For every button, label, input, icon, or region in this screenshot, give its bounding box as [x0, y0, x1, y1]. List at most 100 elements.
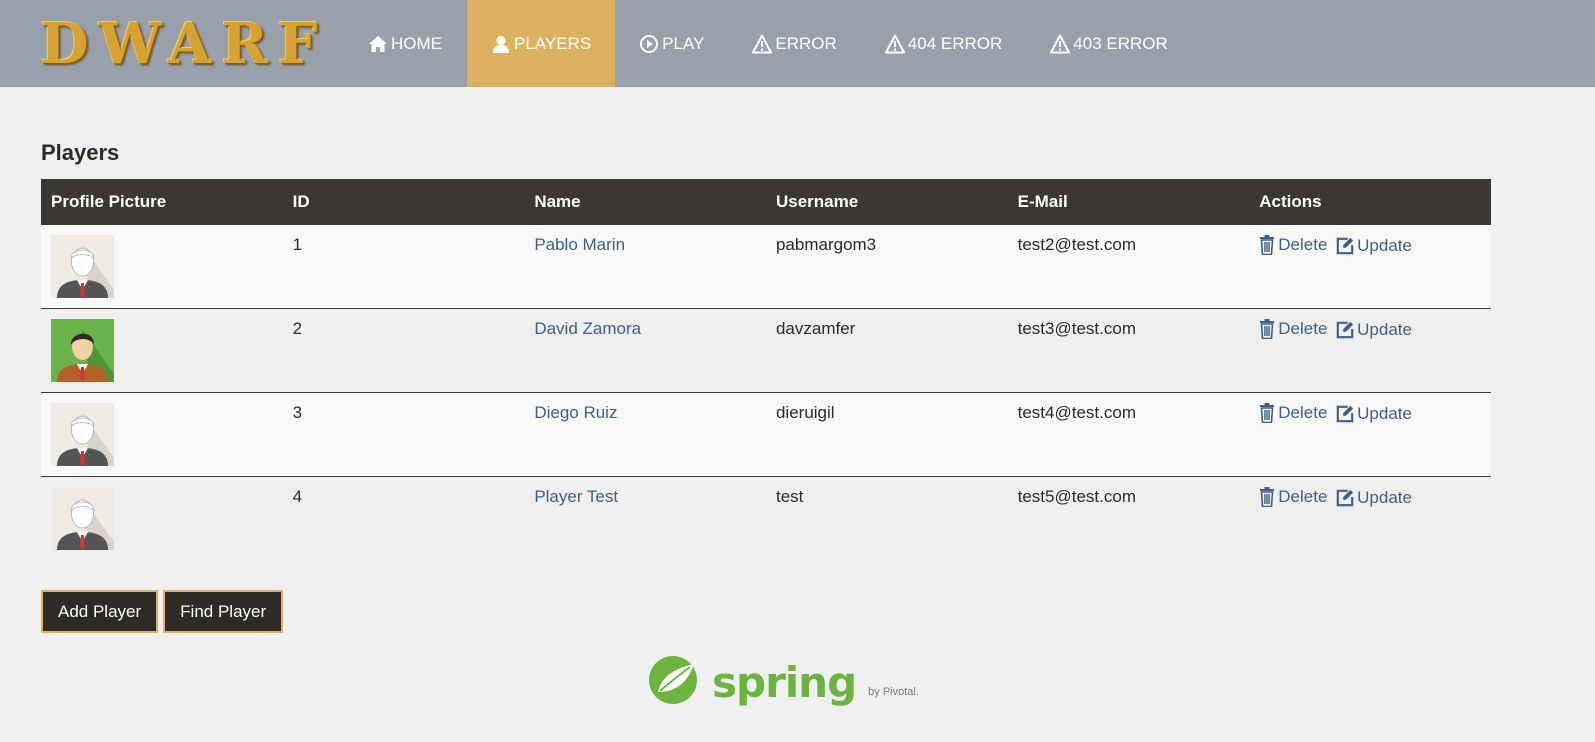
- warning-icon: [1050, 34, 1070, 54]
- actions-cell: Delete Update: [1249, 309, 1491, 393]
- column-header-email: E-Mail: [1017, 192, 1068, 211]
- nav-item-label: PLAYERS: [514, 33, 592, 53]
- nav-item-play[interactable]: PLAY: [615, 0, 728, 87]
- table-actions: Add Player Find Player: [41, 590, 1554, 633]
- name-cell: Pablo Marin: [524, 225, 766, 309]
- delete-label: Delete: [1278, 487, 1328, 506]
- actions-cell: Delete Update: [1249, 225, 1491, 309]
- edit-icon: [1336, 489, 1354, 507]
- actions-cell: Delete Update: [1249, 477, 1491, 561]
- column-header-profile-picture: Profile Picture: [51, 192, 167, 211]
- profile-picture-cell: [41, 393, 283, 477]
- id-cell: 1: [292, 235, 303, 254]
- spring-logo-text: spring: [712, 658, 857, 707]
- player-name-link[interactable]: Pablo Marin: [534, 235, 625, 254]
- spring-leaf-icon: [649, 656, 697, 704]
- update-label: Update: [1357, 320, 1412, 339]
- update-button[interactable]: Update: [1336, 236, 1412, 256]
- trash-icon: [1259, 403, 1275, 423]
- edit-icon: [1336, 237, 1354, 255]
- name-cell: David Zamora: [524, 309, 766, 393]
- actions-cell: Delete Update: [1249, 393, 1491, 477]
- delete-button[interactable]: Delete: [1259, 403, 1327, 423]
- email-cell: test5@test.com: [1017, 487, 1136, 506]
- add-player-button[interactable]: Add Player: [41, 590, 159, 633]
- player-name-link[interactable]: Diego Ruiz: [534, 403, 617, 422]
- warning-icon: [885, 34, 905, 54]
- id-cell: 3: [292, 403, 303, 422]
- nav-item-label: 403 ERROR: [1073, 33, 1168, 53]
- brand-logo-text: DWARF: [40, 10, 328, 77]
- delete-button[interactable]: Delete: [1259, 487, 1327, 507]
- warning-icon: [752, 34, 772, 54]
- player-name-link[interactable]: David Zamora: [534, 319, 641, 338]
- email-cell: test3@test.com: [1017, 319, 1136, 338]
- id-cell: 2: [292, 319, 303, 338]
- pivotal-text: by Pivotal.: [868, 686, 919, 698]
- username-cell: pabmargom3: [775, 235, 877, 254]
- nav-item-error[interactable]: ERROR: [728, 0, 860, 87]
- delete-label: Delete: [1278, 403, 1328, 422]
- username-cell: test: [775, 487, 804, 506]
- update-button[interactable]: Update: [1336, 404, 1412, 424]
- delete-label: Delete: [1278, 235, 1328, 254]
- update-button[interactable]: Update: [1336, 488, 1412, 508]
- avatar: [51, 319, 114, 382]
- nav-item-label: ERROR: [775, 33, 837, 53]
- nav-item-label: HOME: [391, 33, 442, 53]
- profile-picture-cell: [41, 225, 283, 309]
- id-cell: 4: [292, 487, 303, 506]
- profile-picture-cell: [41, 309, 283, 393]
- table-row: 3 Diego Ruiz dieruigil test4@test.com De…: [41, 392, 1491, 477]
- play-circle-icon: [639, 34, 659, 54]
- nav-item-label: PLAY: [662, 33, 705, 53]
- trash-icon: [1259, 487, 1275, 507]
- edit-icon: [1336, 405, 1354, 423]
- edit-icon: [1336, 321, 1354, 339]
- nav-item-players[interactable]: PLAYERS: [467, 0, 616, 87]
- home-icon: [368, 34, 388, 54]
- username-cell: dieruigil: [775, 403, 835, 422]
- avatar: [51, 487, 114, 550]
- find-player-button[interactable]: Find Player: [163, 590, 284, 633]
- brand-logo[interactable]: DWARF: [0, 0, 332, 87]
- update-button[interactable]: Update: [1336, 320, 1412, 340]
- email-cell: test2@test.com: [1017, 235, 1136, 254]
- table-body: 1 Pablo Marin pabmargom3 test2@test.com …: [41, 225, 1491, 560]
- column-header-actions: Actions: [1259, 192, 1322, 211]
- delete-label: Delete: [1278, 319, 1328, 338]
- table-row: 2 David Zamora davzamfer test3@test.com …: [41, 308, 1491, 393]
- update-label: Update: [1357, 236, 1412, 255]
- table-row: 4 Player Test test test5@test.com Delete…: [41, 476, 1491, 561]
- nav-item-home[interactable]: HOME: [368, 0, 467, 87]
- nav-item-403-error[interactable]: 403 ERROR: [1026, 0, 1191, 87]
- player-name-link[interactable]: Player Test: [534, 487, 618, 506]
- name-cell: Player Test: [524, 477, 766, 561]
- update-label: Update: [1357, 404, 1412, 423]
- column-header-id: ID: [292, 192, 310, 211]
- top-navbar: DWARF HOME PLAYERS PLAY ERROR 404 ERROR …: [0, 0, 1595, 87]
- players-table: Profile Picture ID Name Username E-Mail …: [41, 179, 1491, 560]
- trash-icon: [1259, 319, 1275, 339]
- page-title: Players: [41, 140, 120, 165]
- avatar: [51, 235, 114, 298]
- nav-item-label: 404 ERROR: [907, 33, 1003, 53]
- name-cell: Diego Ruiz: [524, 393, 766, 477]
- table-header-row: Profile Picture ID Name Username E-Mail …: [41, 179, 1491, 225]
- main-nav: HOME PLAYERS PLAY ERROR 404 ERROR 403 ER…: [368, 0, 1192, 87]
- nav-item-404-error[interactable]: 404 ERROR: [861, 0, 1026, 87]
- user-icon: [491, 34, 511, 54]
- delete-button[interactable]: Delete: [1259, 319, 1327, 339]
- avatar: [51, 403, 114, 466]
- email-cell: test4@test.com: [1017, 403, 1136, 422]
- username-cell: davzamfer: [775, 319, 856, 338]
- table-header: Profile Picture ID Name Username E-Mail …: [41, 179, 1491, 225]
- column-header-name: Name: [534, 192, 581, 211]
- delete-button[interactable]: Delete: [1259, 235, 1327, 255]
- column-header-username: Username: [775, 192, 859, 211]
- update-label: Update: [1357, 488, 1412, 507]
- trash-icon: [1259, 235, 1275, 255]
- spring-logo: spring by Pivotal.: [648, 654, 919, 704]
- profile-picture-cell: [41, 477, 283, 561]
- main-content: Players Profile Picture ID Name Username…: [0, 138, 1595, 633]
